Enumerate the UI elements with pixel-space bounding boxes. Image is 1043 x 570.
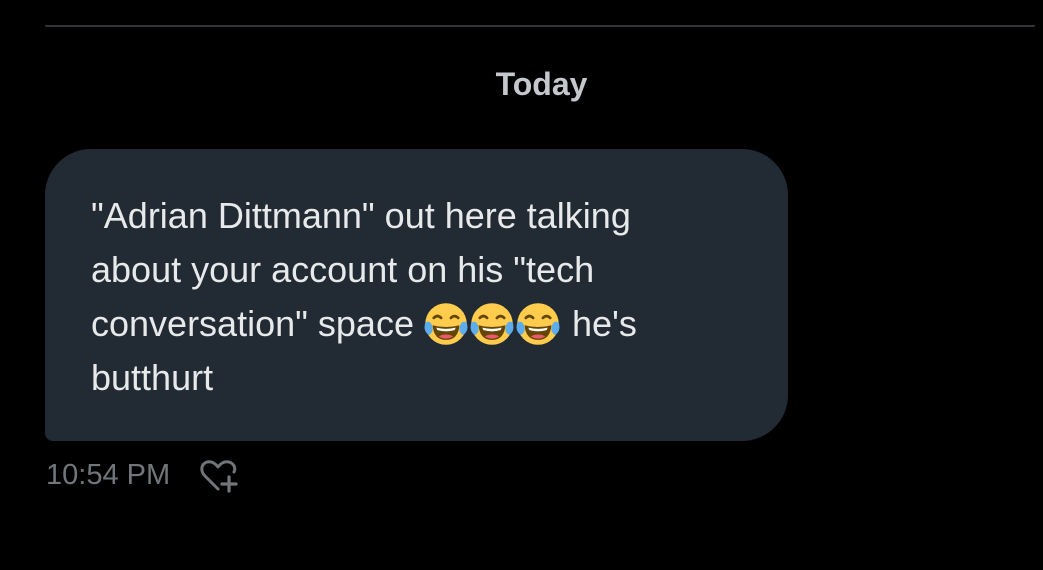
laughing-tears-emoji-icon: [424, 303, 468, 345]
heart-plus-icon: [200, 460, 238, 493]
add-reaction-button[interactable]: [198, 455, 240, 495]
laughing-tears-emoji-icon: [470, 303, 514, 345]
date-separator: Today: [495, 66, 588, 102]
message-text: "Adrian Dittmann" out here talking about…: [91, 189, 748, 405]
laughing-tears-emoji-icon: [516, 303, 560, 345]
message-bubble[interactable]: "Adrian Dittmann" out here talking about…: [45, 149, 788, 441]
message-meta: 10:54 PM: [46, 455, 240, 495]
message-timestamp: 10:54 PM: [46, 459, 171, 491]
top-divider: [45, 25, 1035, 27]
